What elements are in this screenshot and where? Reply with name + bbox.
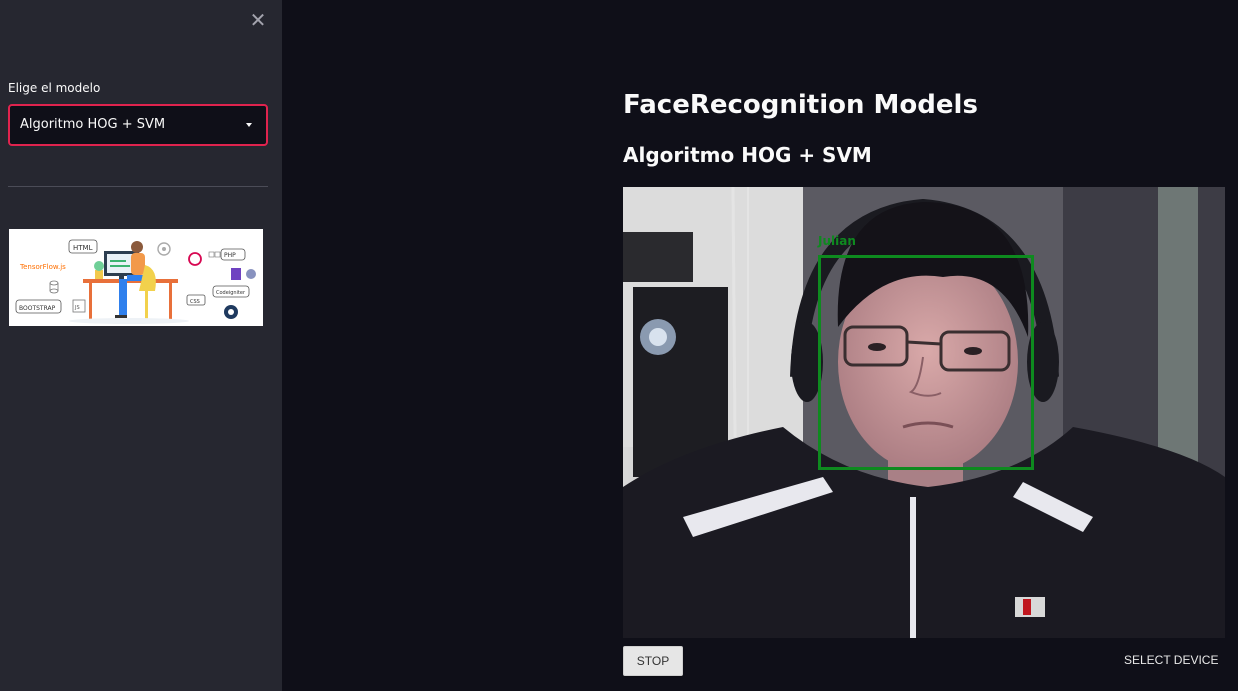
- sidebar: ✕ Elige el modelo Algoritmo HOG + SVM Te…: [0, 0, 282, 691]
- developer-illustration: TensorFlow.js HTML BOOTSTRAP JS PHP CSS …: [9, 229, 263, 326]
- illustration-js-label: JS: [74, 305, 80, 311]
- illustration-tensorflow-label: TensorFlow.js: [19, 263, 66, 271]
- model-subtitle: Algoritmo HOG + SVM: [623, 143, 872, 167]
- webcam-video: Julian: [623, 187, 1225, 638]
- illustration-php-label: PHP: [224, 252, 236, 259]
- model-select-label: Elige el modelo: [8, 81, 101, 95]
- page-title: FaceRecognition Models: [623, 90, 978, 120]
- illustration-bootstrap-label: BOOTSTRAP: [19, 305, 56, 312]
- illustration-css-label: CSS: [190, 299, 200, 305]
- illustration-html-label: HTML: [73, 244, 93, 252]
- detected-face-name: Julian: [818, 234, 856, 248]
- model-select[interactable]: Algoritmo HOG + SVM: [8, 104, 268, 146]
- stop-button[interactable]: STOP: [623, 646, 683, 676]
- face-detection-box: [818, 255, 1034, 470]
- model-select-value: Algoritmo HOG + SVM: [20, 117, 166, 132]
- close-sidebar-button[interactable]: ✕: [248, 10, 268, 30]
- close-icon: ✕: [249, 8, 267, 32]
- select-device-button[interactable]: SELECT DEVICE: [1124, 653, 1218, 667]
- sidebar-divider: [8, 186, 268, 187]
- illustration-codeigniter-label: Codeigniter: [216, 290, 246, 296]
- chevron-down-icon: [246, 123, 252, 127]
